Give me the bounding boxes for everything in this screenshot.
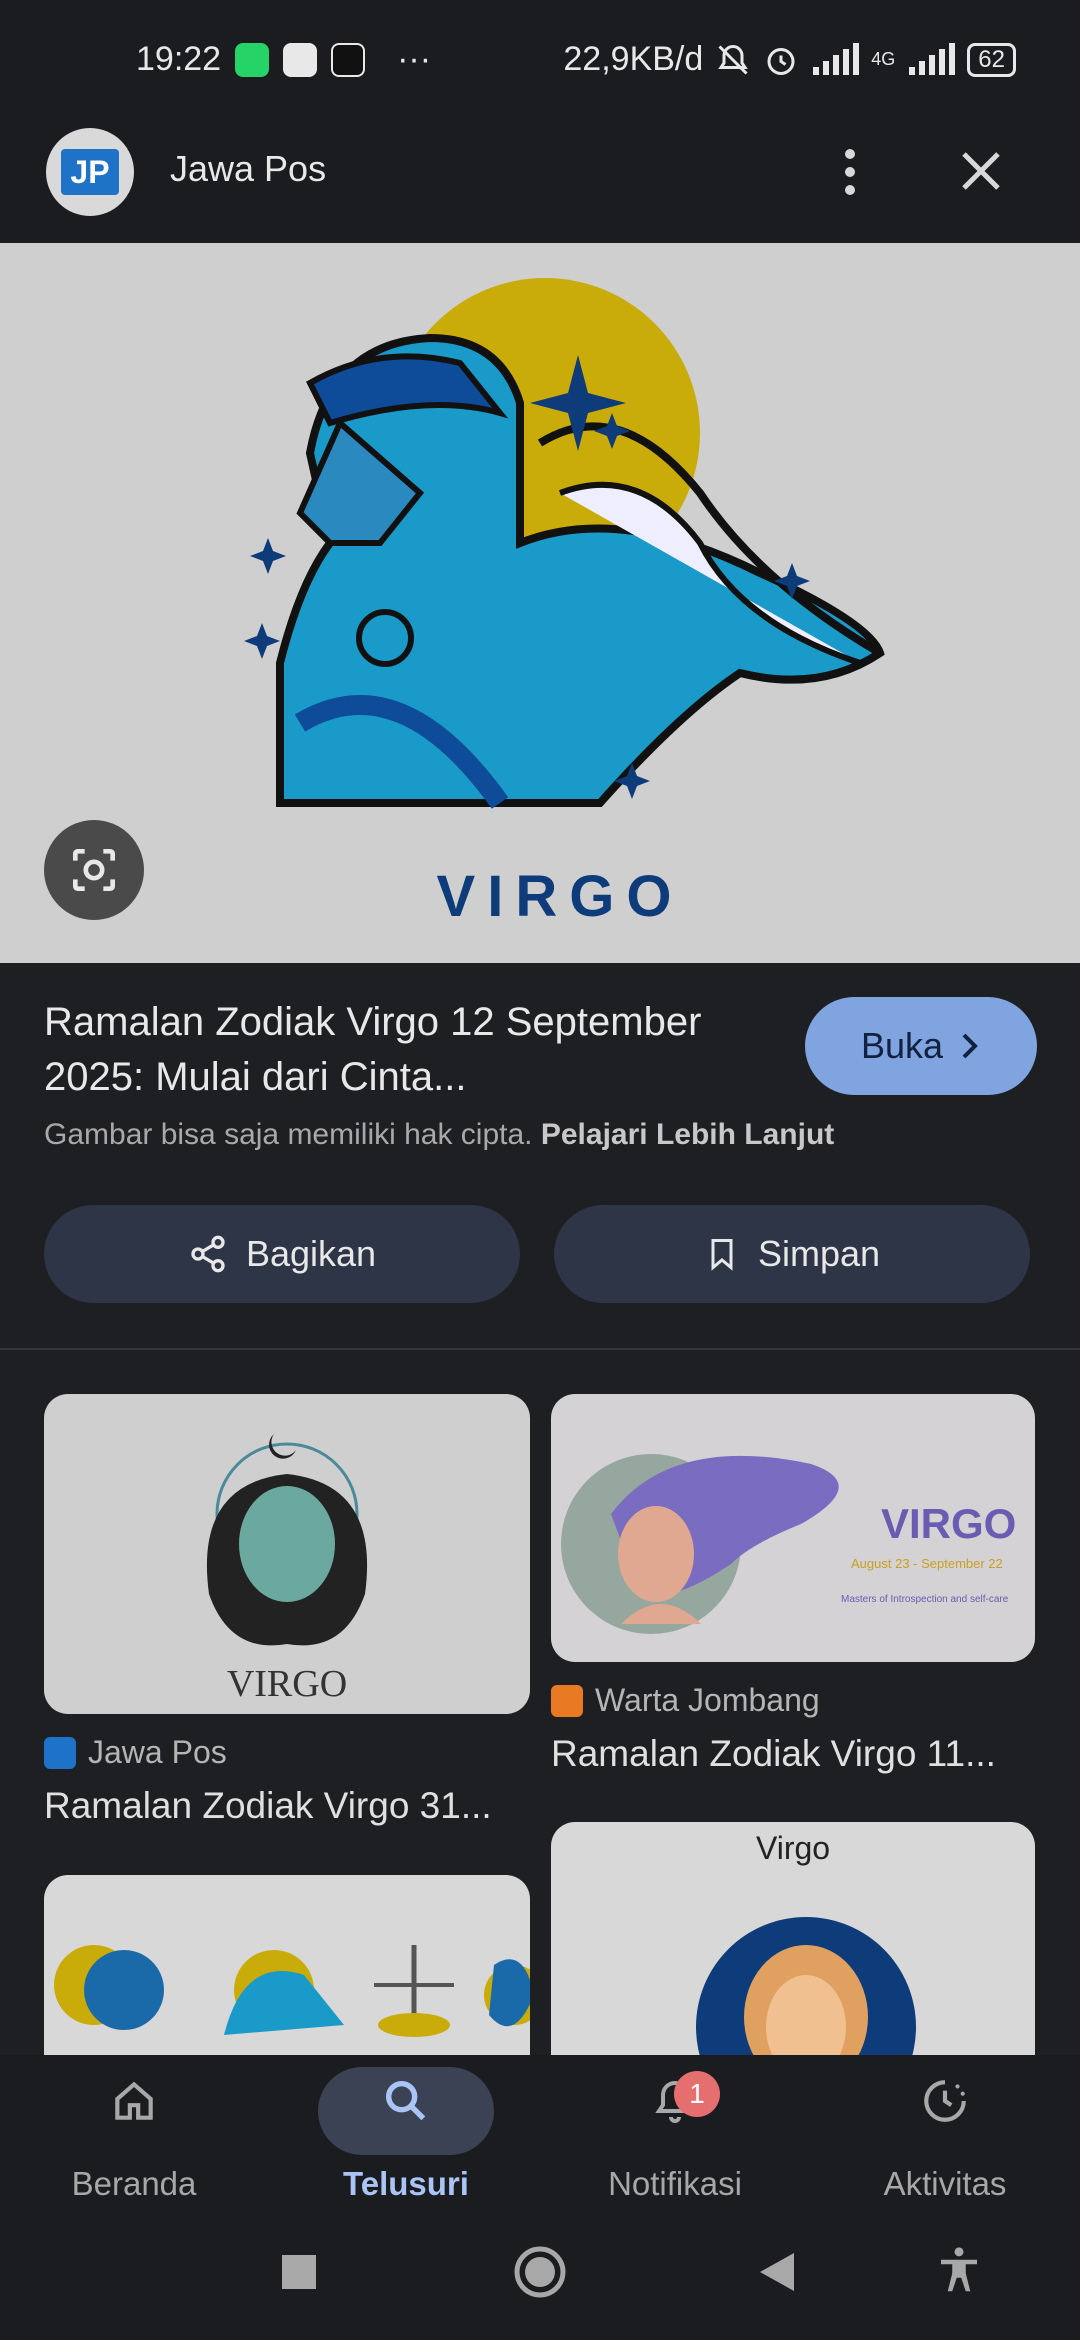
system-navigation-bar: [0, 2205, 1080, 2340]
result-title[interactable]: Ramalan Zodiak Virgo 12 September 2025: …: [44, 995, 784, 1105]
related-card-image[interactable]: Virgo: [551, 1822, 1035, 2055]
related-card-title[interactable]: Ramalan Zodiak Virgo 31...: [44, 1785, 492, 1827]
related-card-source-name: Warta Jombang: [595, 1682, 820, 1718]
accessibility-icon[interactable]: [932, 2241, 986, 2301]
capcut-icon: [283, 42, 318, 77]
lens-button[interactable]: [44, 820, 144, 920]
tab-search[interactable]: Telusuri: [296, 2055, 516, 2205]
share-icon: [191, 1235, 225, 1273]
more-notifications: ···: [397, 40, 432, 78]
notification-badge: 1: [674, 2071, 720, 2117]
chevron-right-icon: [962, 1033, 978, 1059]
related-card-image-text: VIRGO: [881, 1500, 1017, 1547]
jawapos-icon: [44, 1736, 76, 1769]
save-button[interactable]: Simpan: [554, 1205, 1030, 1303]
alarm-icon: [767, 47, 795, 75]
copyright-text: Gambar bisa saja memiliki hak cipta.: [44, 1118, 533, 1151]
share-button[interactable]: Bagikan: [44, 1205, 520, 1303]
activity-icon: [895, 2069, 995, 2133]
related-card-title[interactable]: Ramalan Zodiak Virgo 11...: [551, 1733, 996, 1775]
warta-jombang-icon: [551, 1684, 583, 1717]
network-speed: 22,9KB/d: [563, 40, 704, 78]
site-logo: JP: [46, 128, 134, 216]
clock: 19:22: [136, 40, 222, 78]
site-logo-text: JP: [61, 149, 119, 195]
related-card-image-text: VIRGO: [226, 1663, 348, 1705]
tab-home[interactable]: Beranda: [24, 2055, 244, 2205]
share-label: Bagikan: [245, 1233, 377, 1274]
open-button[interactable]: Buka: [805, 997, 1037, 1095]
signal-icon-2: [909, 42, 956, 75]
status-bar: 19:22 ··· 22,9KB/d 4G 62: [0, 0, 1080, 124]
back-icon[interactable]: [760, 2253, 794, 2291]
close-icon[interactable]: [956, 144, 1006, 200]
open-button-label: Buka: [860, 1025, 944, 1066]
whatsapp-icon: [235, 42, 270, 77]
more-options-icon[interactable]: [830, 144, 870, 200]
tab-activity[interactable]: Aktivitas: [835, 2055, 1055, 2205]
hero-image[interactable]: VIRGO: [0, 243, 1080, 963]
tab-notifications-label: Notifikasi: [608, 2165, 742, 2202]
lens-icon: [73, 849, 115, 891]
related-card-source: Warta Jombang: [551, 1682, 820, 1719]
site-name[interactable]: Jawa Pos: [170, 148, 326, 190]
bottom-navigation: Beranda Telusuri Notifikasi 1 Aktivitas: [0, 2055, 1080, 2205]
recents-icon[interactable]: [282, 2255, 316, 2289]
copyright-notice: Gambar bisa saja memiliki hak cipta. Pel…: [44, 1118, 834, 1152]
related-card-image-subtext: August 23 - September 22: [851, 1556, 1003, 1571]
home-button-icon[interactable]: [513, 2245, 567, 2299]
related-card-image[interactable]: VIRGO: [44, 1394, 530, 1714]
related-card-source: Jawa Pos: [44, 1734, 227, 1771]
zodiac-signs-illustration: [54, 1945, 530, 2037]
signal-icon: [813, 42, 860, 75]
search-icon: [356, 2069, 456, 2133]
network-type: 4G: [871, 49, 896, 69]
related-card-image[interactable]: [44, 1875, 530, 2055]
virgo-illustration: [244, 278, 885, 809]
related-card-image[interactable]: VIRGO August 23 - September 22 Masters o…: [551, 1394, 1035, 1662]
battery-icon: 62: [967, 42, 1016, 77]
save-label: Simpan: [757, 1233, 881, 1274]
tab-activity-label: Aktivitas: [883, 2165, 1007, 2202]
tab-home-label: Beranda: [71, 2165, 197, 2202]
tiktok-icon: [331, 42, 366, 77]
hero-caption: VIRGO: [436, 864, 684, 929]
home-icon: [84, 2069, 184, 2133]
tab-notifications[interactable]: Notifikasi: [565, 2055, 785, 2205]
related-card-image-text: Virgo: [755, 1830, 831, 1866]
related-card-source-name: Jawa Pos: [88, 1734, 227, 1770]
related-card-image-tagline: Masters of Introspection and self-care: [841, 1594, 1009, 1605]
tab-search-label: Telusuri: [343, 2165, 469, 2202]
bell-off-icon: [718, 44, 749, 75]
divider: [0, 1348, 1080, 1350]
viewer-header: JP Jawa Pos: [0, 124, 1080, 242]
bookmark-icon: [711, 1239, 733, 1271]
learn-more-link[interactable]: Pelajari Lebih Lanjut: [541, 1118, 834, 1151]
